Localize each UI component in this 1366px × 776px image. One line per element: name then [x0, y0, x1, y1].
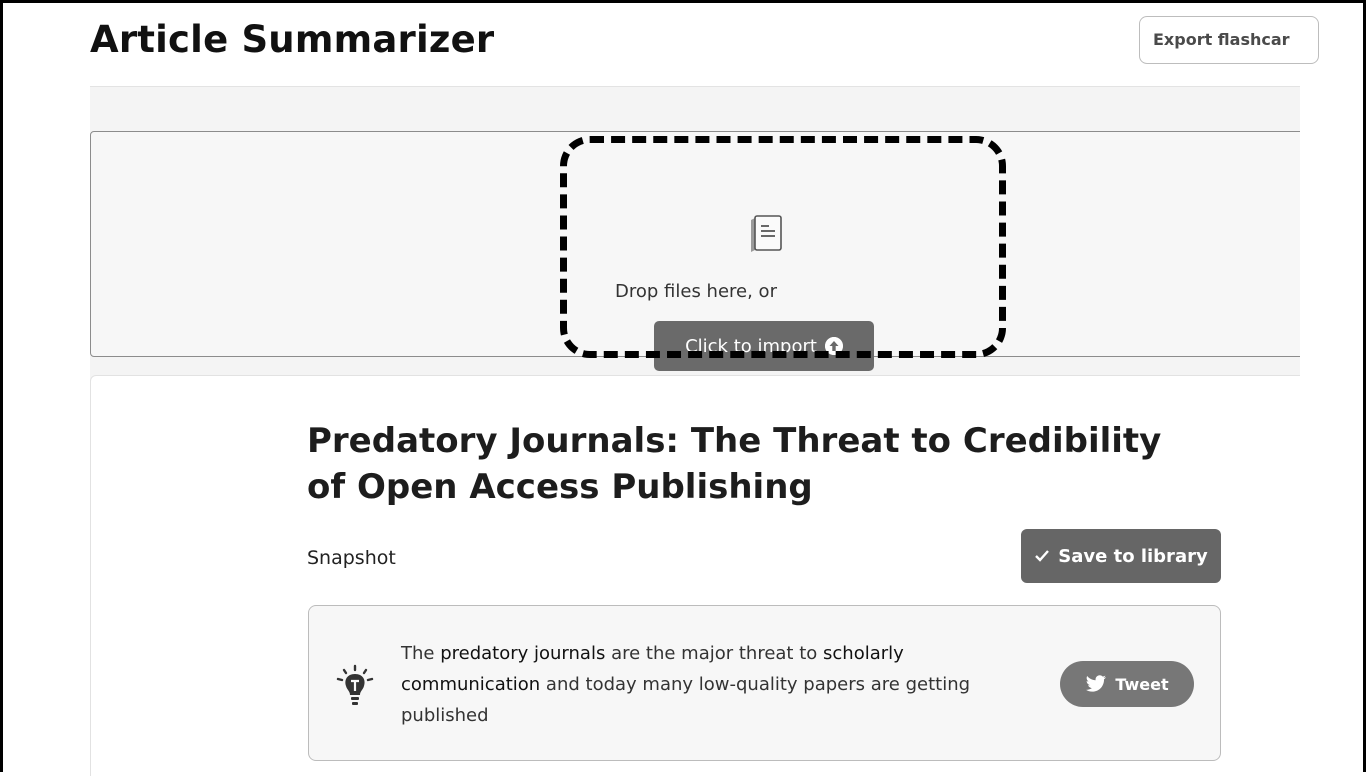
export-flashcards-button[interactable]: Export flashcar	[1139, 16, 1319, 64]
dropzone-highlight-outline	[560, 136, 1006, 358]
highlight-segment: are the major threat to	[605, 643, 824, 664]
main-area: Drop files here, or Click to import Pred…	[90, 86, 1300, 776]
lightbulb-icon	[336, 664, 374, 705]
article-title: Predatory Journals: The Threat to Credib…	[307, 421, 1162, 507]
snapshot-heading: Snapshot	[307, 547, 396, 569]
article-card: Predatory Journals: The Threat to Credib…	[90, 375, 1300, 776]
highlight-segment: The	[401, 643, 441, 664]
check-icon	[1035, 550, 1050, 562]
highlight-text: The predatory journals are the major thr…	[401, 638, 1031, 731]
twitter-bird-icon	[1086, 675, 1107, 692]
tweet-label: Tweet	[1115, 674, 1169, 694]
tweet-button[interactable]: Tweet	[1060, 661, 1194, 707]
app-title: Article Summarizer	[90, 18, 495, 61]
save-to-library-button[interactable]: Save to library	[1021, 529, 1221, 583]
save-button-label: Save to library	[1058, 545, 1208, 567]
highlight-box: The predatory journals are the major thr…	[308, 605, 1221, 761]
highlight-keyword: predatory journals	[440, 643, 606, 664]
